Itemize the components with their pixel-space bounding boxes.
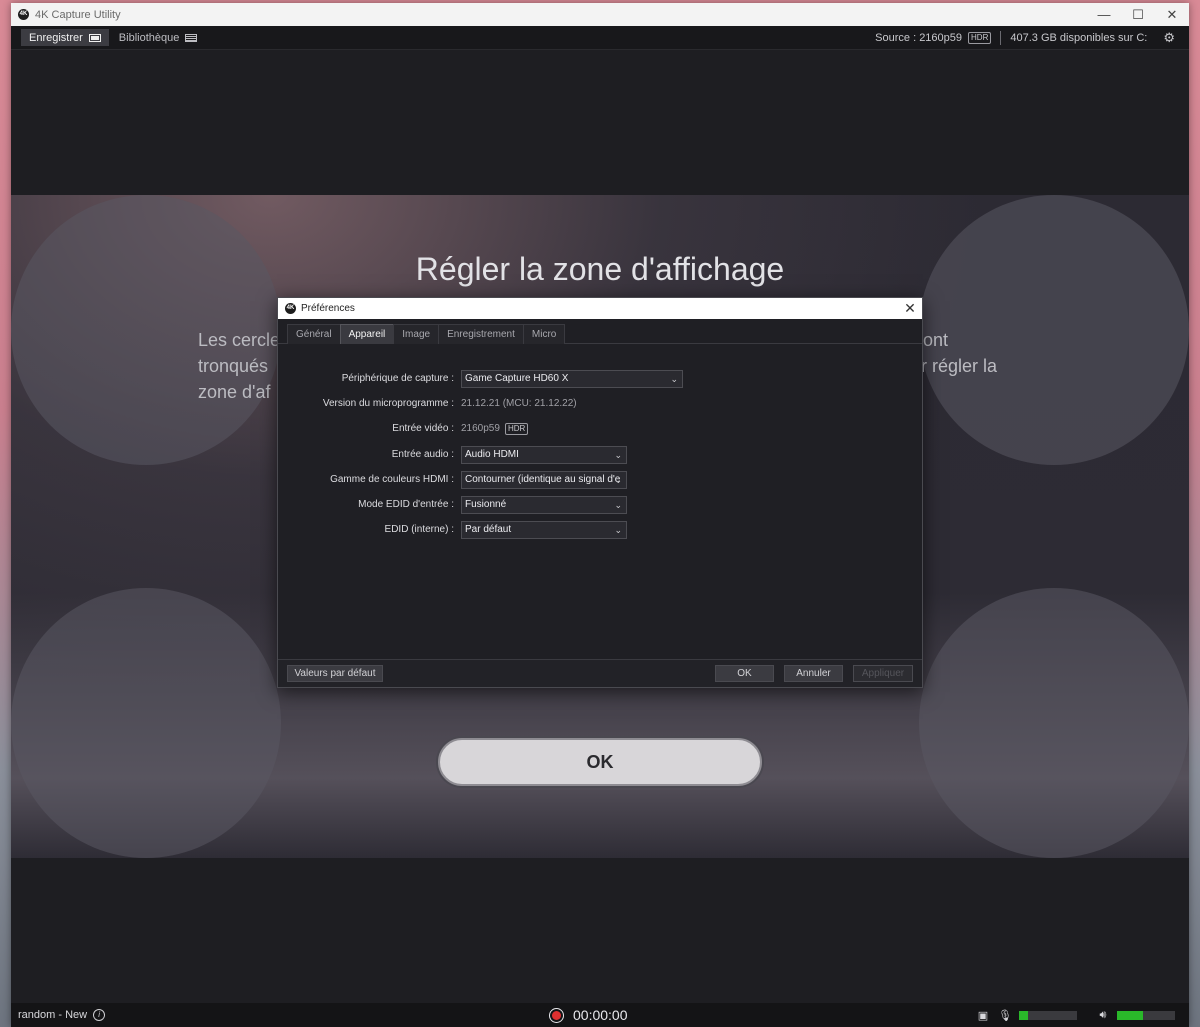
tab-image[interactable]: Image — [393, 324, 440, 344]
cancel-button[interactable]: Annuler — [784, 665, 843, 682]
dialog-tabs: Général Appareil Image Enregistrement Mi… — [278, 319, 922, 344]
record-button-icon[interactable] — [549, 1007, 564, 1023]
instruction-line: ont — [923, 330, 949, 350]
audio-input-label: Entrée audio : — [391, 449, 454, 460]
capture-device-value: Game Capture HD60 X — [465, 373, 569, 384]
tab-library-label: Bibliothèque — [118, 31, 180, 44]
audio-controls: ▣ 🎙︎ 🔊︎ — [975, 1009, 1175, 1022]
preview-instructions-left: Les cercle tronqués zone d'af — [198, 327, 278, 405]
instruction-line: Les cercle — [198, 330, 278, 350]
status-bar: random - New i 00:00:00 ▣ 🎙︎ 🔊︎ — [11, 1003, 1189, 1027]
preview-ok-button[interactable]: OK — [438, 738, 762, 786]
volume-level-meter[interactable] — [1117, 1010, 1175, 1020]
info-icon[interactable]: i — [93, 1009, 106, 1021]
edid-internal-value: Par défaut — [465, 524, 512, 535]
app-window: 4K 4K Capture Utility — ☐ ✕ Enregistrer … — [11, 3, 1189, 1027]
profile-info: random - New i — [18, 1009, 106, 1021]
dialog-title: Préférences — [301, 303, 355, 314]
tab-general[interactable]: Général — [287, 324, 341, 344]
video-input-value: 2160p59 HDR — [461, 420, 529, 438]
preferences-dialog: 4K Préférences ✕ Général Appareil Image … — [277, 297, 923, 688]
divider — [1000, 30, 1002, 45]
video-input-label: Entrée vidéo : — [392, 423, 454, 434]
instruction-line: zone d'af — [198, 382, 271, 402]
apply-button[interactable]: Appliquer — [853, 665, 913, 682]
edid-mode-select[interactable]: Fusionné ⌄ — [461, 496, 627, 514]
tab-recording[interactable]: Enregistrement — [438, 324, 524, 344]
audio-input-row: Entrée audio : Audio HDMI ⌄ — [278, 446, 922, 464]
title-bar: 4K 4K Capture Utility — ☐ ✕ — [11, 3, 1189, 26]
hdmi-color-value: Contourner (identique au signal d'e — [465, 474, 621, 485]
library-grid-icon — [185, 33, 198, 42]
maximize-button[interactable]: ☐ — [1121, 3, 1155, 26]
dialog-title-bar: 4K Préférences ✕ — [278, 298, 922, 319]
close-button[interactable]: ✕ — [1155, 3, 1189, 26]
edid-mode-row: Mode EDID d'entrée : Fusionné ⌄ — [278, 496, 922, 514]
chevron-down-icon: ⌄ — [614, 450, 622, 460]
video-input-row: Entrée vidéo : 2160p59 HDR — [278, 420, 922, 438]
window-title: 4K Capture Utility — [35, 8, 121, 21]
dialog-footer: Valeurs par défaut OK Annuler Appliquer — [278, 659, 922, 687]
instruction-line: tronqués — [198, 356, 269, 376]
tab-record-label: Enregistrer — [29, 31, 83, 44]
tab-micro[interactable]: Micro — [522, 324, 566, 344]
chevron-down-icon: ⌄ — [614, 525, 622, 535]
record-screen-icon — [88, 33, 101, 42]
preview-instructions-right: ont r régler la — [921, 327, 997, 379]
tab-record[interactable]: Enregistrer — [21, 29, 109, 46]
screenshot-icon[interactable]: ▣ — [975, 1009, 991, 1022]
app-logo-icon: 4K — [285, 303, 296, 314]
firmware-row: Version du microprogramme : 21.12.21 (MC… — [278, 395, 922, 413]
edid-internal-row: EDID (interne) : Par défaut ⌄ — [278, 521, 922, 539]
defaults-button[interactable]: Valeurs par défaut — [287, 665, 383, 682]
preview-title: Régler la zone d'affichage — [415, 251, 785, 287]
hdr-badge: HDR — [504, 423, 529, 435]
window-controls: — ☐ ✕ — [1087, 3, 1189, 26]
video-input-resolution: 2160p59 — [461, 423, 500, 434]
record-timer: 00:00:00 — [573, 1007, 628, 1023]
speaker-icon[interactable]: 🔊︎ — [1095, 1009, 1111, 1022]
main-toolbar: Enregistrer Bibliothèque Source : 2160p5… — [11, 26, 1189, 50]
capture-device-select[interactable]: Game Capture HD60 X ⌄ — [461, 370, 683, 388]
chevron-down-icon: ⌄ — [614, 500, 622, 510]
mic-level-fill — [1019, 1010, 1028, 1020]
calibration-circle — [11, 588, 281, 858]
capture-device-label: Périphérique de capture : — [341, 373, 454, 384]
audio-input-select[interactable]: Audio HDMI ⌄ — [461, 446, 627, 464]
source-info: Source : 2160p59 HDR 407.3 GB disponible… — [875, 30, 1189, 46]
hdmi-color-select[interactable]: Contourner (identique au signal d'e ⌄ — [461, 471, 627, 489]
hdmi-color-label: Gamme de couleurs HDMI : — [330, 474, 454, 485]
calibration-circle — [919, 588, 1189, 858]
tab-library[interactable]: Bibliothèque — [111, 29, 206, 46]
hdr-badge: HDR — [968, 31, 992, 44]
firmware-label: Version du microprogramme : — [322, 398, 454, 409]
storage-info: 407.3 GB disponibles sur C: — [1010, 31, 1148, 44]
mic-level-meter[interactable] — [1019, 1010, 1077, 1020]
ok-button[interactable]: OK — [715, 665, 774, 682]
instruction-line: r régler la — [921, 356, 998, 376]
volume-level-fill — [1117, 1010, 1144, 1020]
audio-input-value: Audio HDMI — [465, 449, 519, 460]
record-controls: 00:00:00 — [549, 1007, 628, 1023]
edid-internal-select[interactable]: Par défaut ⌄ — [461, 521, 627, 539]
capture-device-row: Périphérique de capture : Game Capture H… — [278, 370, 922, 388]
profile-name: random - New — [18, 1009, 88, 1021]
chevron-down-icon: ⌄ — [614, 475, 622, 485]
dialog-close-button[interactable]: ✕ — [898, 300, 922, 317]
edid-mode-label: Mode EDID d'entrée : — [358, 499, 454, 510]
app-logo-icon: 4K — [18, 9, 29, 20]
gear-icon[interactable]: ⚙ — [1163, 30, 1175, 46]
microphone-icon[interactable]: 🎙︎ — [997, 1009, 1013, 1022]
firmware-value: 21.12.21 (MCU: 21.12.22) — [461, 398, 577, 409]
minimize-button[interactable]: — — [1087, 3, 1121, 26]
hdmi-color-row: Gamme de couleurs HDMI : Contourner (ide… — [278, 471, 922, 489]
source-label: Source : 2160p59 — [875, 31, 963, 44]
chevron-down-icon: ⌄ — [670, 374, 678, 384]
edid-internal-label: EDID (interne) : — [384, 524, 454, 535]
tab-device[interactable]: Appareil — [339, 324, 395, 344]
edid-mode-value: Fusionné — [465, 499, 507, 510]
